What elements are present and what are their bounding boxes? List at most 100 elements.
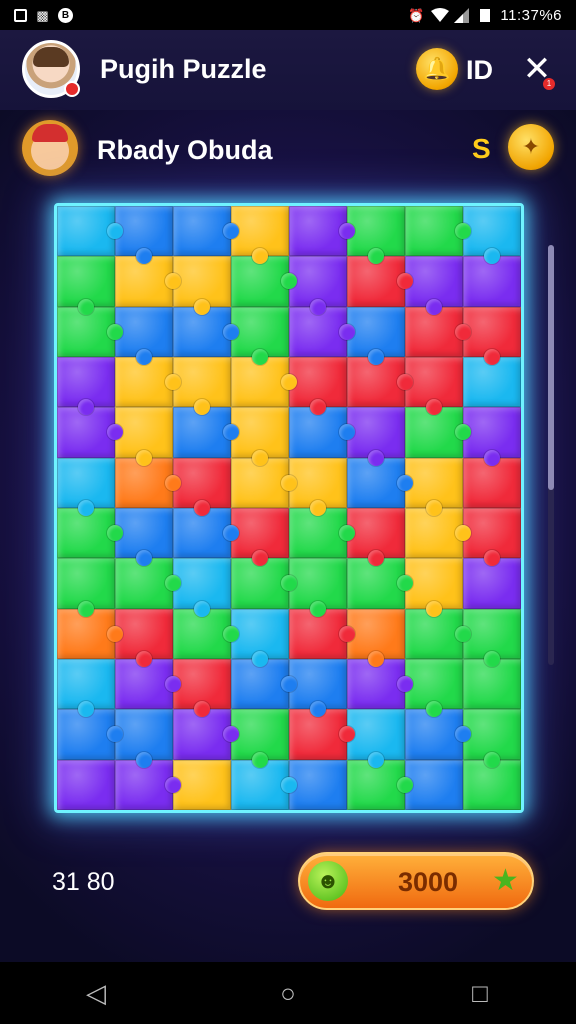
puzzle-piece[interactable] [463, 507, 521, 567]
puzzle-piece[interactable] [289, 658, 347, 718]
puzzle-piece[interactable] [173, 457, 231, 516]
puzzle-piece[interactable] [405, 759, 463, 810]
puzzle-piece[interactable] [347, 507, 405, 567]
puzzle-knob [223, 323, 239, 340]
puzzle-piece[interactable] [173, 206, 239, 257]
home-icon[interactable]: ○ [268, 978, 308, 1009]
currency-symbol: S [472, 133, 491, 164]
puzzle-knob [78, 499, 94, 516]
signal-icon [454, 7, 470, 23]
coin-button[interactable]: ✦ [508, 124, 554, 170]
puzzle-piece[interactable] [115, 507, 173, 567]
puzzle-piece[interactable] [231, 407, 289, 466]
puzzle-piece[interactable] [405, 457, 463, 516]
puzzle-knob [455, 625, 471, 642]
puzzle-piece[interactable] [463, 306, 521, 365]
smiley-icon: ☻ [308, 861, 348, 901]
recents-icon[interactable]: □ [460, 978, 500, 1009]
puzzle-piece[interactable] [405, 256, 463, 315]
puzzle-knob [368, 348, 384, 365]
puzzle-piece[interactable] [347, 709, 405, 768]
puzzle-piece[interactable] [289, 206, 355, 257]
puzzle-piece[interactable] [347, 306, 405, 365]
puzzle-knob [397, 776, 413, 793]
puzzle-piece[interactable] [57, 558, 115, 617]
scrollbar-thumb[interactable] [548, 245, 554, 490]
puzzle-piece[interactable] [347, 407, 405, 466]
bell-icon: 🔔 [423, 56, 451, 81]
puzzle-piece[interactable] [173, 356, 231, 416]
id-label[interactable]: ID [466, 55, 493, 86]
puzzle-piece[interactable] [405, 558, 463, 617]
puzzle-piece[interactable] [463, 608, 521, 667]
puzzle-piece[interactable] [115, 608, 173, 667]
puzzle-piece[interactable] [57, 256, 115, 315]
puzzle-piece[interactable] [57, 658, 115, 718]
puzzle-piece[interactable] [347, 608, 405, 667]
back-icon[interactable]: ◁ [76, 978, 116, 1009]
puzzle-knob [136, 751, 152, 768]
circle-b-icon: B [58, 7, 73, 23]
puzzle-piece[interactable] [115, 407, 173, 466]
bell-button[interactable]: 🔔 [416, 48, 458, 90]
puzzle-piece[interactable] [231, 709, 289, 768]
puzzle-piece[interactable] [347, 206, 405, 265]
puzzle-piece[interactable] [57, 759, 115, 810]
puzzle-knob [252, 650, 268, 667]
status-bar: ▩ B ⏰ 11:37%6 [0, 0, 576, 30]
puzzle-piece[interactable] [231, 608, 289, 667]
puzzle-piece[interactable] [173, 558, 231, 617]
puzzle-piece[interactable] [57, 457, 115, 516]
puzzle-knob [339, 323, 355, 340]
puzzle-piece[interactable] [463, 407, 521, 466]
puzzle-knob [78, 298, 94, 315]
puzzle-knob [310, 600, 326, 617]
lock-icon: ▩ [36, 7, 49, 23]
puzzle-knob [281, 474, 297, 491]
puzzle-piece[interactable] [463, 709, 521, 768]
puzzle-knob [136, 348, 152, 365]
puzzle-piece[interactable] [289, 356, 347, 416]
puzzle-piece[interactable] [115, 206, 173, 265]
puzzle-piece[interactable] [173, 658, 231, 718]
puzzle-knob [484, 650, 500, 667]
puzzle-piece[interactable] [289, 759, 347, 810]
puzzle-piece[interactable] [289, 457, 347, 516]
puzzle-piece[interactable] [173, 256, 231, 315]
puzzle-knob [455, 323, 471, 340]
puzzle-knob [223, 625, 239, 642]
puzzle-piece[interactable] [57, 356, 115, 416]
avatar-hair [33, 47, 69, 67]
puzzle-piece[interactable] [289, 558, 347, 617]
puzzle-piece[interactable] [405, 206, 471, 257]
puzzle-knob [426, 499, 442, 516]
puzzle-piece[interactable] [115, 306, 173, 365]
puzzle-piece[interactable] [231, 507, 289, 567]
buy-button[interactable]: ☻ 3000 ★ [298, 852, 534, 910]
close-badge: 1 [543, 78, 555, 90]
puzzle-knob [194, 600, 210, 617]
puzzle-piece[interactable] [231, 306, 289, 365]
puzzle-piece[interactable] [405, 658, 463, 718]
puzzle-piece[interactable] [57, 206, 123, 257]
player-avatar[interactable] [22, 120, 78, 176]
puzzle-board[interactable] [57, 206, 521, 810]
puzzle-piece[interactable] [289, 256, 347, 315]
puzzle-piece[interactable] [405, 356, 463, 416]
puzzle-knob [397, 474, 413, 491]
puzzle-knob [484, 751, 500, 768]
puzzle-piece[interactable] [463, 206, 521, 265]
alarm-icon: ⏰ [408, 7, 425, 23]
puzzle-piece[interactable] [231, 206, 289, 265]
puzzle-knob [107, 625, 123, 642]
puzzle-knob [368, 751, 384, 768]
puzzle-knob [165, 474, 181, 491]
photo-icon [14, 8, 27, 22]
puzzle-knob [136, 650, 152, 667]
puzzle-knob [426, 600, 442, 617]
puzzle-piece[interactable] [173, 759, 231, 810]
puzzle-knob [252, 449, 268, 466]
puzzle-piece[interactable] [115, 709, 173, 768]
puzzle-knob [339, 625, 355, 642]
user-avatar[interactable] [22, 40, 80, 98]
